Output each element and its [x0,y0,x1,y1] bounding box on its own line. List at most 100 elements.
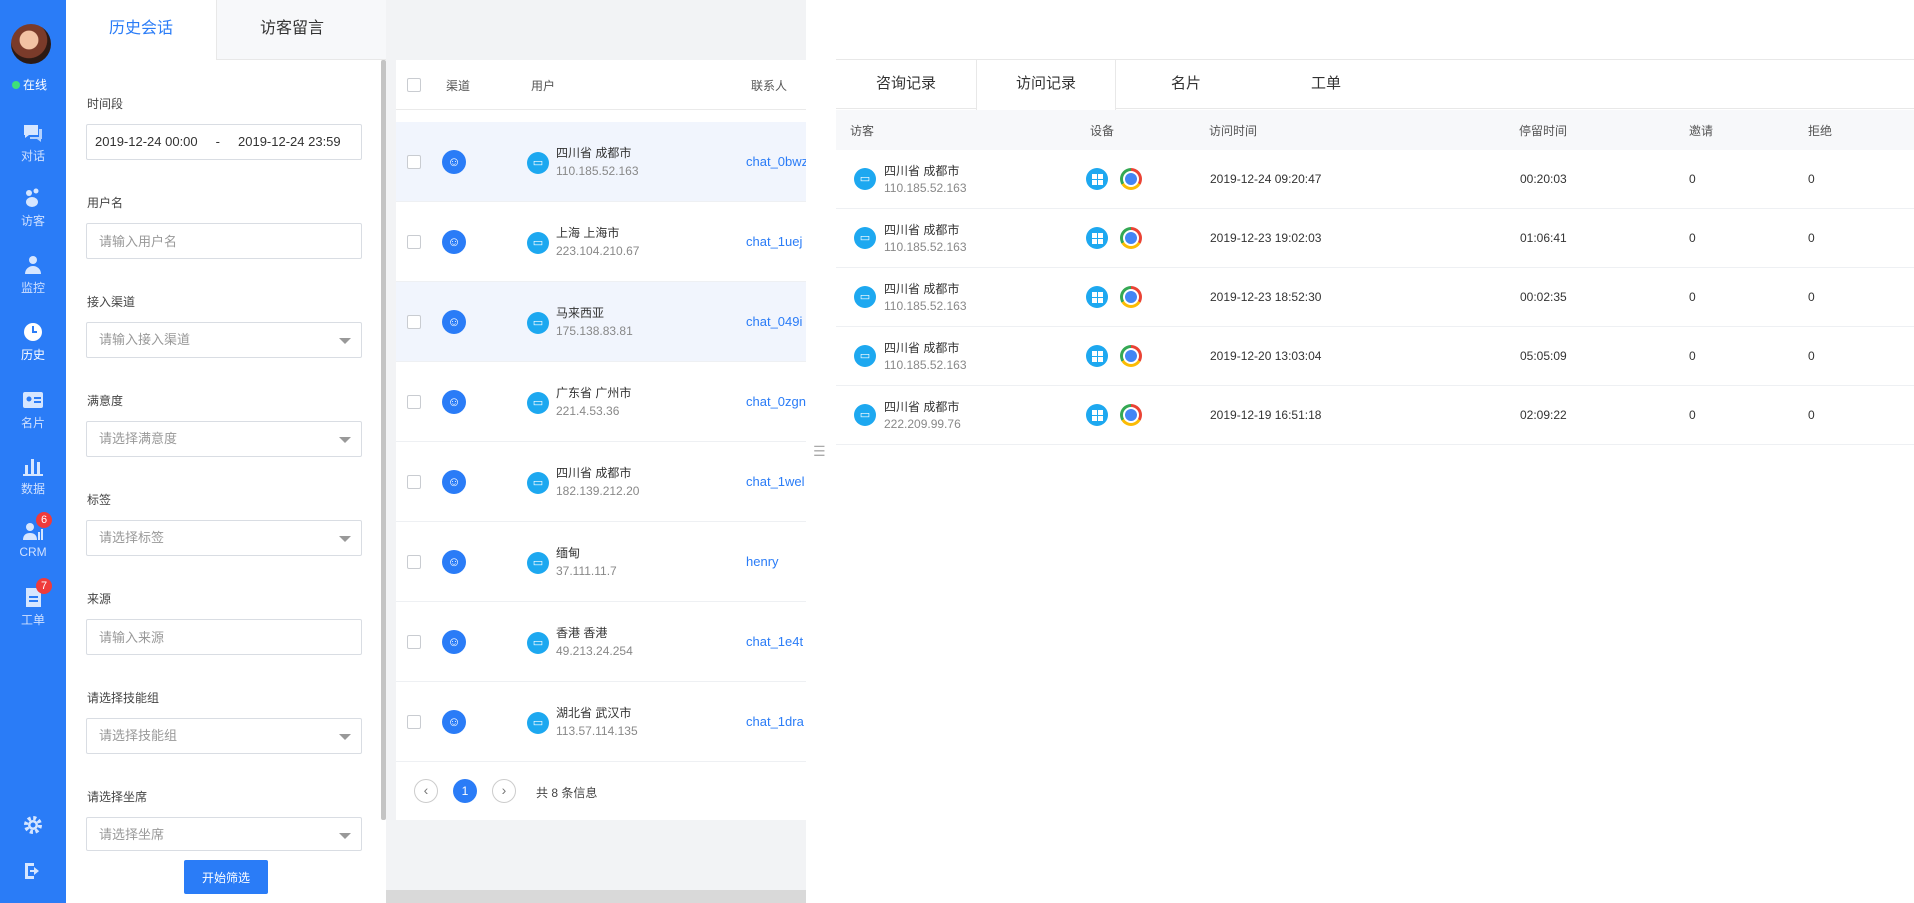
windows-icon [1086,404,1108,426]
satisfaction-select[interactable]: 请选择满意度 [86,421,362,457]
tab-visitor-messages[interactable]: 访客留言 [217,0,367,60]
filter-panel: 历史会话 访客留言 时间段 2019-12-24 00:00 - 2019-12… [66,0,386,903]
table-row[interactable]: ▭ 四川省 成都市 110.185.52.163 2019-12-24 09:2… [836,150,1914,209]
col-visit-time: 访问时间 [1209,124,1258,138]
sidebar-item-crm[interactable]: 6 CRM [0,512,66,559]
tab-tickets[interactable]: 工单 [1256,60,1396,109]
filter-scrollbar[interactable] [381,60,386,820]
source-label: 来源 [87,592,112,606]
gear-icon [24,816,42,834]
tab-history-sessions[interactable]: 历史会话 [66,0,217,60]
logout-icon [25,863,39,879]
table-row[interactable]: ▭ 四川省 成都市 110.185.52.163 2019-12-23 19:0… [836,209,1914,268]
tab-business-card[interactable]: 名片 [1116,60,1256,109]
detail-tabs: 咨询记录 访问记录 名片 工单 [836,59,1914,110]
contact-link[interactable]: chat_1dra [746,714,804,729]
table-row[interactable]: ☺ ▭ 广东省 广州市 221.4.53.36 chat_0zgn [396,362,806,442]
date-range-input[interactable]: 2019-12-24 00:00 - 2019-12-24 23:59 [86,124,362,160]
col-reject: 拒绝 [1808,124,1833,138]
date-start[interactable]: 2019-12-24 00:00 [95,125,198,159]
row-checkbox[interactable] [407,555,421,569]
contact-link[interactable]: chat_049i [746,314,802,329]
channel-web-icon: ☺ [442,630,466,654]
chevron-down-icon [339,734,351,740]
channel-web-icon: ☺ [442,310,466,334]
contact-link[interactable]: chat_1e4t [746,634,803,649]
row-checkbox[interactable] [407,715,421,729]
table-row[interactable]: ☺ ▭ 香港 香港 49.213.24.254 chat_1e4t [396,602,806,682]
online-status[interactable]: 在线 [12,76,47,93]
table-row[interactable]: ☺ ▭ 缅甸 37.111.11.7 henry [396,522,806,602]
contact-link[interactable]: chat_1wel [746,474,805,489]
crm-badge: 6 [36,512,52,528]
row-checkbox[interactable] [407,475,421,489]
contact-link[interactable]: henry [746,554,779,569]
row-checkbox[interactable] [407,395,421,409]
tab-visit-records[interactable]: 访问记录 [976,60,1116,110]
contact-link[interactable]: chat_1uej [746,234,802,249]
tag-label: 标签 [87,493,112,507]
source-input[interactable] [86,619,362,655]
contact-link[interactable]: chat_0zgn [746,394,806,409]
table-row[interactable]: ☺ ▭ 湖北省 武汉市 113.57.114.135 chat_1dra [396,682,806,762]
sidebar-item-monitor[interactable]: 监控 [0,254,66,296]
filter-tabs: 历史会话 访客留言 [66,0,386,60]
username-input[interactable] [86,223,362,259]
desktop-icon: ▭ [527,392,549,414]
table-row[interactable]: ☺ ▭ 上海 上海市 223.104.210.67 chat_1uej [396,202,806,282]
channel-select[interactable]: 请输入接入渠道 [86,322,362,358]
history-icon [21,321,45,343]
col-channel: 渠道 [446,79,471,93]
table-row[interactable]: ☺ ▭ 四川省 成都市 182.139.212.20 chat_1wel [396,442,806,522]
desktop-icon: ▭ [527,152,549,174]
desktop-icon: ▭ [854,286,876,308]
chrome-icon [1120,227,1142,249]
skill-group-select[interactable]: 请选择技能组 [86,718,362,754]
desktop-icon: ▭ [527,552,549,574]
sidebar-item-history[interactable]: 历史 [0,321,66,363]
page-1-button[interactable]: 1 [453,779,477,803]
channel-web-icon: ☺ [442,150,466,174]
horizontal-scrollbar[interactable] [386,890,806,903]
seat-label: 请选择坐席 [87,790,148,804]
desktop-icon: ▭ [854,345,876,367]
windows-icon [1086,286,1108,308]
col-invite: 邀请 [1689,124,1714,138]
chrome-icon [1120,286,1142,308]
date-end[interactable]: 2019-12-24 23:59 [238,125,341,159]
table-row[interactable]: ☺ ▭ 马来西亚 175.138.83.81 chat_049i [396,282,806,362]
sidebar-item-chat[interactable]: 对话 [0,122,66,164]
row-checkbox[interactable] [407,635,421,649]
next-page-button[interactable]: › [492,779,516,803]
sidebar-item-card[interactable]: 名片 [0,389,66,431]
sidebar-item-visitor[interactable]: 访客 [0,187,66,229]
start-filter-button[interactable]: 开始筛选 [184,860,268,894]
sidebar-item-data[interactable]: 数据 [0,455,66,497]
table-row[interactable]: ▭ 四川省 成都市 110.185.52.163 2019-12-20 13:0… [836,327,1914,386]
col-contact: 联系人 [751,79,788,93]
table-row[interactable]: ▭ 四川省 成都市 110.185.52.163 2019-12-23 18:5… [836,268,1914,327]
sidebar-item-ticket[interactable]: 7 工单 [0,578,66,628]
table-row[interactable]: ☺ ▭ 四川省 成都市 110.185.52.163 chat_0bwz [396,122,806,202]
avatar[interactable] [11,24,51,64]
select-all-checkbox[interactable] [407,78,421,92]
settings-button[interactable] [0,814,66,842]
col-visitor: 访客 [850,124,875,138]
windows-icon [1086,345,1108,367]
date-label: 时间段 [87,97,124,111]
row-checkbox[interactable] [407,155,421,169]
contact-link[interactable]: chat_0bwz [746,154,806,169]
prev-page-button[interactable]: ‹ [414,779,438,803]
chevron-down-icon [339,437,351,443]
row-checkbox[interactable] [407,315,421,329]
table-row[interactable]: ▭ 四川省 成都市 222.209.99.76 2019-12-19 16:51… [836,386,1914,445]
row-checkbox[interactable] [407,235,421,249]
col-stay-time: 停留时间 [1519,124,1568,138]
tab-consult-records[interactable]: 咨询记录 [836,60,976,109]
seat-select[interactable]: 请选择坐席 [86,817,362,851]
satisfaction-label: 满意度 [87,394,124,408]
desktop-icon: ▭ [527,712,549,734]
logout-button[interactable] [0,860,66,888]
tag-select[interactable]: 请选择标签 [86,520,362,556]
drag-handle-icon[interactable]: ☰ [813,443,826,460]
